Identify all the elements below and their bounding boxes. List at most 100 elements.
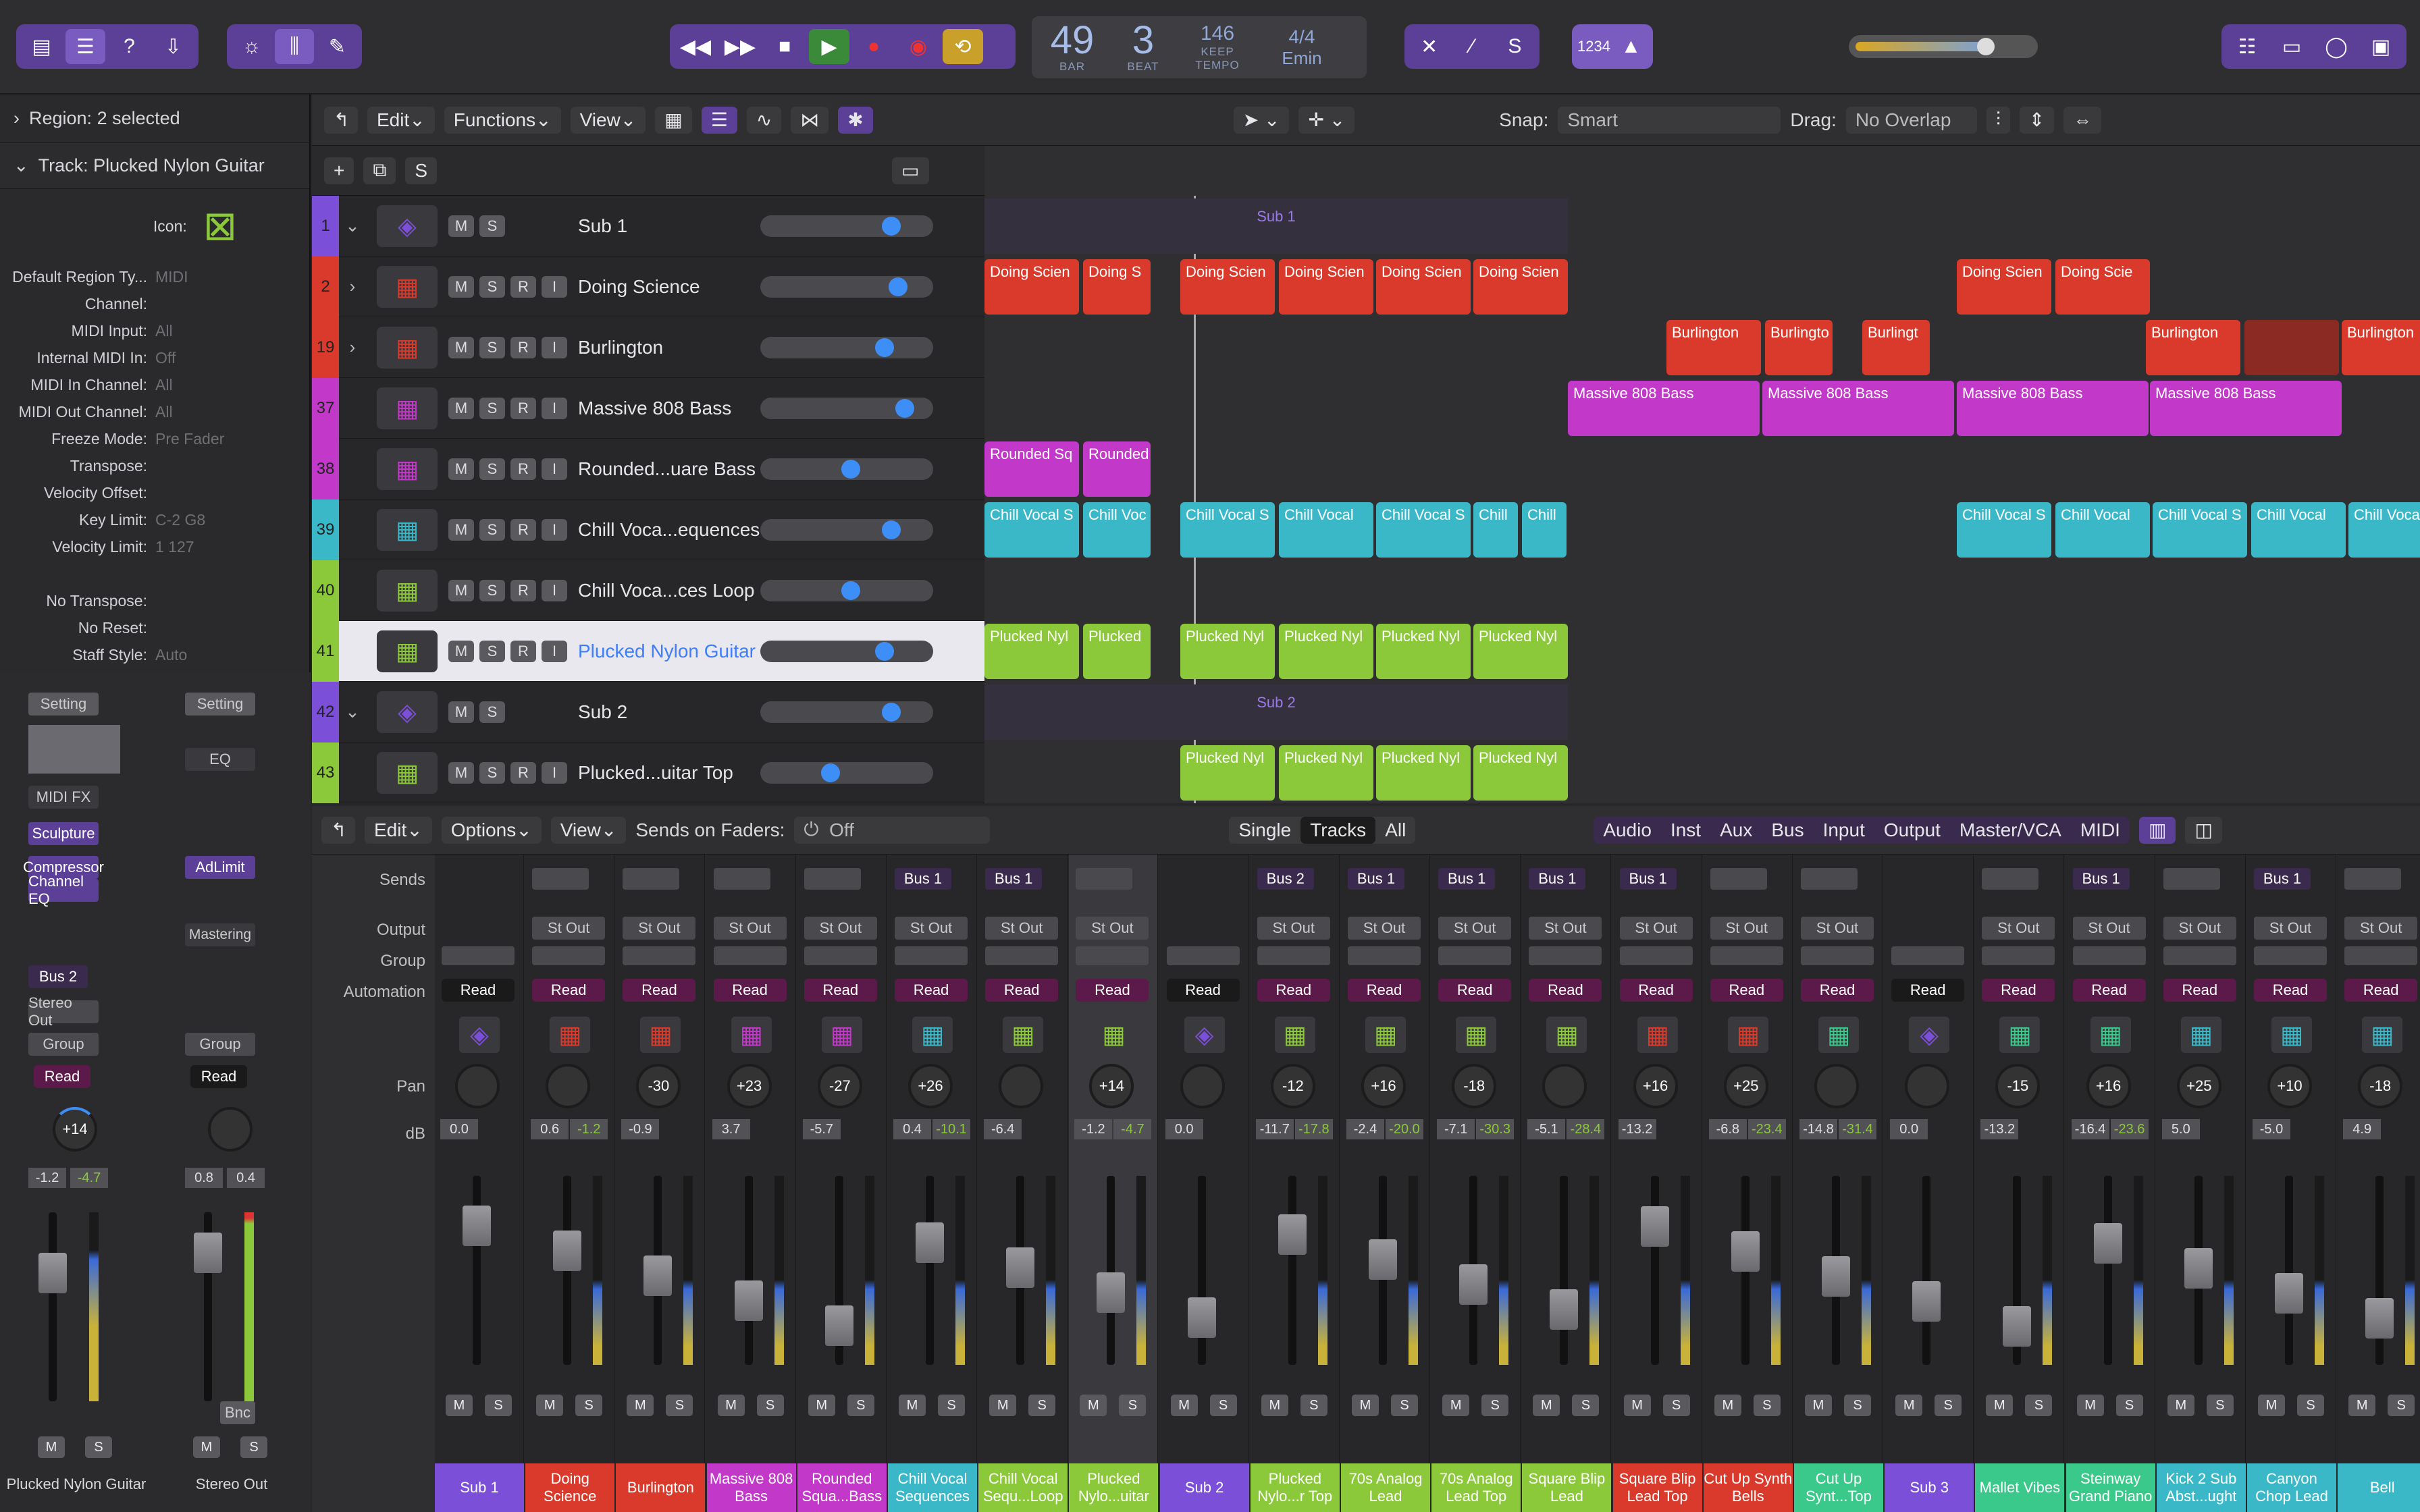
fader-cap[interactable] [2275,1273,2303,1314]
volume-slider[interactable] [760,458,933,480]
region[interactable]: Burlington [2342,320,2420,375]
automation-read[interactable]: Read [2344,979,2418,1002]
solo-button[interactable]: S [1662,1395,1690,1416]
mute-button[interactable]: M [446,1395,473,1416]
send-slot[interactable] [1801,868,1858,890]
region[interactable]: Plucked Nyl [1279,745,1373,801]
record-enable-button[interactable]: R [510,518,536,541]
input-monitor-button[interactable]: I [542,761,567,784]
lcd-display[interactable]: 49 BAR 3 BEAT 146 KEEP TEMPO 4/4 Emin [1032,16,1367,78]
pan-knob[interactable]: -27 [817,1064,862,1108]
loops-icon[interactable]: ◯ [2316,29,2357,64]
back-icon[interactable]: ↰ [324,106,358,134]
region[interactable]: Plucked Nyl [1473,624,1568,679]
region[interactable]: Massive 808 Bass [2150,381,2342,436]
mixer-view-menu[interactable]: View ⌄ [550,816,627,844]
output-slot[interactable]: St Out [985,917,1059,940]
mute-button[interactable]: M [1714,1395,1741,1416]
mute-button[interactable]: M [448,397,474,419]
catch-icon[interactable]: ✱ [838,106,873,134]
region[interactable]: Plucked Nyl [984,624,1079,679]
region[interactable]: Burlington [1666,320,1761,375]
solo-button[interactable]: S [847,1395,874,1416]
record-enable-button[interactable]: R [510,761,536,784]
disclosure-icon[interactable]: › [339,276,366,297]
automation-read[interactable]: Read [713,979,787,1002]
browser-icon[interactable]: ▣ [2361,29,2401,64]
solo-button[interactable]: S [1391,1395,1418,1416]
mute-button[interactable]: M [448,640,474,662]
region[interactable]: Plucked Nyl [1279,624,1373,679]
fader-cap[interactable] [1097,1272,1126,1313]
pencil-icon[interactable]: ⁄ [1452,29,1491,64]
group-slot[interactable] [1166,946,1240,965]
mixer-edit-menu[interactable]: Edit ⌄ [365,816,432,844]
group-slot[interactable] [2344,946,2418,965]
group-slot[interactable] [623,946,696,965]
fader-cap[interactable] [916,1222,944,1263]
solo-button[interactable]: S [479,336,505,358]
stop-icon[interactable]: ■ [764,29,805,64]
volume-knob[interactable] [875,338,894,357]
fader-cap[interactable] [643,1256,673,1296]
volume-slider[interactable] [760,336,933,358]
automation-read[interactable]: Read [1619,979,1693,1002]
master-volume-slider[interactable] [1849,35,2038,58]
mute-button[interactable]: M [1170,1395,1198,1416]
filter-midi[interactable]: MIDI [2071,817,2130,844]
volume-slider[interactable] [760,640,933,662]
track-row[interactable]: 1 ⌄ ◈ M S Sub 1 [312,195,984,256]
sends-on-faders-select[interactable]: ⏻ Off [794,816,991,844]
inspector-row[interactable]: Staff Style: Auto [0,641,309,668]
track-row[interactable]: 40 ▦ M S R I Chill Voca...ces Loop [312,560,984,621]
region[interactable]: Rounded [1083,441,1151,497]
disclosure-icon[interactable]: › [339,337,366,358]
send-slot[interactable] [2163,868,2220,890]
record-enable-button[interactable]: R [510,336,536,358]
mute-button[interactable]: M [448,518,474,541]
view-menu[interactable]: View ⌄ [570,106,646,134]
record-enable-button[interactable]: R [510,458,536,480]
help-icon[interactable]: ? [109,29,149,64]
mute-button-2[interactable]: M [193,1436,220,1458]
volume-slider[interactable] [760,275,933,298]
mute-button[interactable]: M [2348,1395,2376,1416]
replace-record-icon[interactable]: ◉ [898,29,939,64]
solo-button[interactable]: S [756,1395,784,1416]
volume-knob[interactable] [875,641,894,661]
region[interactable]: Chill Vocal [2251,502,2346,558]
region[interactable]: Chill [1473,502,1518,558]
automation-read[interactable]: Read [2072,979,2146,1002]
fader-cap[interactable] [1278,1214,1307,1255]
global-solo-button[interactable]: S [405,157,438,184]
pan-knob[interactable]: -12 [1270,1064,1315,1108]
mute-button[interactable]: M [448,701,474,723]
solo-button[interactable]: S [479,761,505,784]
track-row[interactable]: 2 › ▦ M S R I Doing Science [312,256,984,317]
region[interactable]: Plucked Nyl [1180,745,1275,801]
inspector-row[interactable] [0,560,309,587]
solo-button[interactable]: S [1572,1395,1600,1416]
solo-button[interactable]: S [479,275,505,298]
volume-slider[interactable] [760,579,933,601]
solo-button[interactable]: S [1844,1395,1871,1416]
input-monitor-button[interactable]: I [542,579,567,601]
pan-knob[interactable] [1180,1064,1225,1108]
send-slot[interactable] [1710,868,1767,890]
output-slot[interactable]: St Out [2072,917,2146,940]
fader-cap[interactable] [553,1231,582,1271]
inspector-row[interactable]: Key Limit: C-2 G8 [0,506,309,533]
mute-button-1[interactable]: M [38,1436,65,1458]
solo-button[interactable]: S [1753,1395,1781,1416]
functions-menu[interactable]: Functions ⌄ [444,106,561,134]
fader-cap[interactable] [824,1305,853,1346]
group-slot[interactable] [1982,946,2055,965]
output-stereo-out[interactable]: Stereo Out [28,994,99,1029]
inspector-row-value[interactable]: Off [155,349,309,367]
filter-master-vca[interactable]: Master/VCA [1950,817,2071,844]
solo-button[interactable]: S [479,458,505,480]
track-row[interactable]: 38 ▦ M S R I Rounded...uare Bass [312,438,984,500]
automation-icon[interactable]: ∿ [746,106,782,134]
inspector-row-value[interactable]: MIDI [155,268,309,286]
pan-knob-1[interactable]: +14 [53,1107,97,1152]
